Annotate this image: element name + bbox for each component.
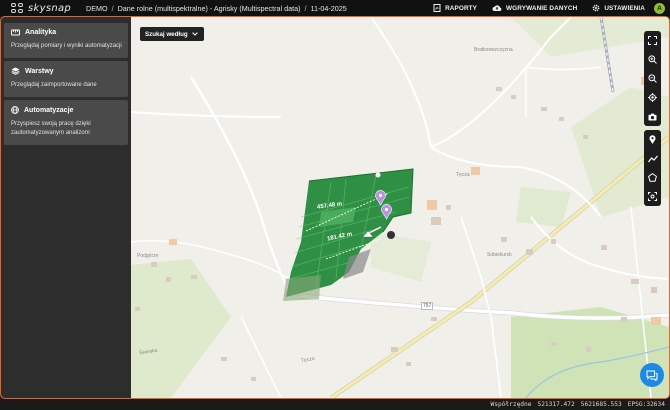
sidebar-item-title: Automatyzacje (24, 106, 74, 114)
sidebar-item-layers[interactable]: Warstwy Przeglądaj zaimportowane dane (4, 61, 128, 97)
gear-icon (592, 4, 600, 12)
place-label: Bratkowszczyzna (474, 47, 513, 53)
zoom-in-icon (648, 55, 657, 64)
chevron-down-icon (191, 32, 198, 36)
screenshot-button[interactable] (644, 107, 661, 126)
epsg-label[interactable]: EPSG:32634 (628, 401, 665, 408)
fullscreen-icon (648, 36, 657, 45)
fullscreen-button[interactable] (644, 31, 661, 50)
breadcrumb-separator: / (304, 3, 307, 13)
basemap[interactable] (131, 17, 669, 398)
app-root: skysnap DEMO / Dane rolne (multispektral… (0, 0, 670, 410)
user-avatar[interactable]: A (654, 2, 665, 14)
chat-support-button[interactable] (640, 363, 664, 387)
sidebar-item-desc: Przyspiesz swoją pracę dzięki zautomatyz… (11, 121, 91, 136)
add-marker-button[interactable] (644, 130, 661, 149)
zoom-out-icon (648, 74, 657, 83)
marker-icon (649, 135, 656, 144)
breadcrumb: DEMO / Dane rolne (multispektralne) - Ag… (86, 4, 347, 13)
breadcrumb-separator: / (111, 3, 114, 13)
status-bar: Współrzędne 521317.472 5621685.553 EPSG:… (0, 399, 670, 410)
draw-polyline-button[interactable] (644, 149, 661, 168)
reports-label: RAPORTY (445, 4, 478, 12)
top-nav: RAPORTY WGRYWANIE DANYCH USTAWIENIA A (418, 0, 670, 16)
place-label: Sobiekursk (487, 252, 512, 258)
coordinate-x: 521317.472 (537, 401, 575, 408)
sidebar-item-automations[interactable]: Automatyzacje Przyspiesz swoją pracę dzi… (4, 100, 128, 145)
settings-label: USTAWIENIA (604, 4, 645, 12)
layers-icon (11, 67, 20, 75)
polyline-icon (647, 155, 658, 162)
locate-button[interactable] (644, 88, 661, 107)
camera-icon (648, 113, 657, 120)
sidebar-item-title: Analityka (25, 29, 57, 36)
breadcrumb-date[interactable]: 11-04-2025 (311, 4, 347, 13)
coordinate-y: 5621685.553 (580, 401, 622, 408)
road-number-label: 757 (421, 302, 434, 310)
cloud-upload-icon (492, 5, 502, 11)
chat-icon (646, 370, 658, 381)
map-view-tools (644, 31, 661, 126)
search-by-dropdown[interactable]: Szukaj według (140, 27, 204, 41)
sidebar-item-title: Warstwy (25, 67, 54, 75)
breadcrumb-project[interactable]: DEMO (86, 4, 108, 13)
logo[interactable]: skysnap (0, 2, 86, 14)
street-label: Tęcza (456, 172, 470, 178)
scan-icon (648, 192, 657, 201)
map-draw-tools (644, 130, 661, 206)
zoom-in-button[interactable] (644, 50, 661, 69)
sidebar: Analityka Przeglądaj pomiary i wyniki au… (1, 17, 131, 398)
breadcrumb-dataset[interactable]: Dane rolne (multispektralne) - Agrisky (… (118, 4, 301, 13)
upload-link[interactable]: WGRYWANIE DANYCH (492, 4, 577, 12)
sidebar-item-desc: Przeglądaj pomiary i wyniki automatyzacj… (11, 43, 122, 49)
zoom-out-button[interactable] (644, 69, 661, 88)
place-label: Podgórze (137, 253, 159, 259)
logo-text: skysnap (28, 2, 72, 14)
logo-icon (11, 2, 25, 14)
polygon-icon (648, 173, 657, 182)
sidebar-item-desc: Przeglądaj zaimportowane dane (11, 82, 97, 88)
draw-polygon-button[interactable] (644, 168, 661, 187)
workspace-frame: Analityka Przeglądaj pomiary i wyniki au… (0, 16, 670, 399)
locate-icon (648, 93, 657, 102)
upload-label: WGRYWANIE DANYCH (506, 4, 578, 12)
reports-icon (433, 4, 441, 12)
top-bar: skysnap DEMO / Dane rolne (multispektral… (0, 0, 670, 16)
reports-link[interactable]: RAPORTY (433, 4, 477, 12)
ruler-icon (11, 29, 20, 36)
search-by-label: Szukaj według (145, 30, 188, 38)
map-view[interactable]: Bratkowszczyzna Sobiekursk Podgórze 757 … (131, 17, 669, 398)
area-scan-button[interactable] (644, 187, 661, 206)
coordinates-label: Współrzędne (490, 401, 532, 408)
settings-link[interactable]: USTAWIENIA (592, 4, 645, 12)
globe-icon (11, 106, 19, 114)
sidebar-item-analytics[interactable]: Analityka Przeglądaj pomiary i wyniki au… (4, 23, 128, 58)
